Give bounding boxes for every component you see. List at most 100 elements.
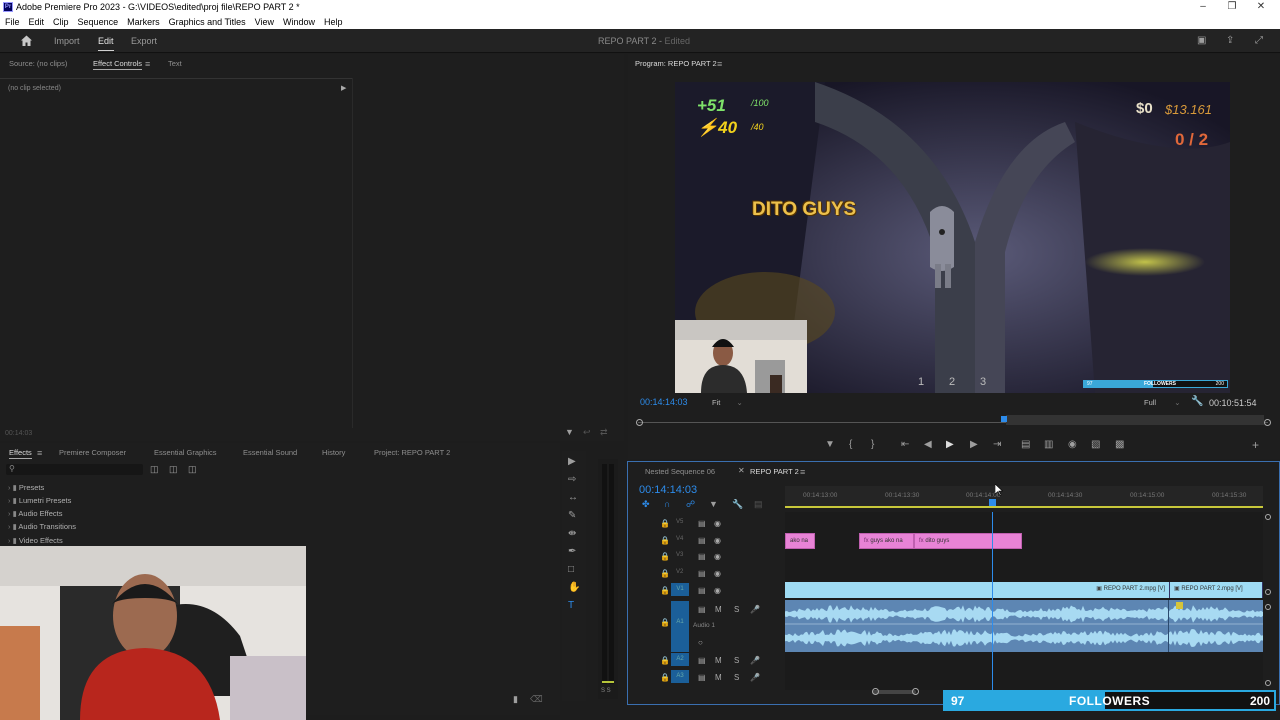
eye-icon[interactable]: ◉ — [714, 569, 721, 578]
mic-icon[interactable]: 🎤 — [750, 605, 760, 614]
mark-in-icon[interactable]: { — [849, 439, 852, 451]
zoom-handle-right[interactable] — [912, 688, 919, 695]
time-ruler[interactable]: 00:14:13:00 00:14:13:30 00:14:14:00 00:1… — [785, 486, 1263, 508]
folder-presets[interactable]: › ▮ Presets — [8, 483, 44, 492]
sync-lock-icon[interactable]: ▤ — [698, 656, 706, 665]
track-lock-icon[interactable]: 🔒 — [660, 569, 670, 578]
mute-button[interactable]: M — [715, 673, 722, 682]
wrench-icon[interactable]: 🔧 — [1191, 396, 1203, 408]
eye-icon[interactable]: ◉ — [714, 519, 721, 528]
quality-dropdown[interactable]: Full ⌄ — [1144, 398, 1180, 407]
hand-tool-icon[interactable]: ✋ — [568, 582, 580, 594]
tab-history[interactable]: History — [322, 448, 345, 457]
home-icon[interactable] — [20, 34, 33, 47]
track-label-v4[interactable]: V4 — [676, 536, 683, 542]
ripple-edit-tool-icon[interactable]: ↔ — [568, 492, 578, 504]
sync-lock-icon[interactable]: ▤ — [698, 552, 706, 561]
tab-nested-sequence[interactable]: Nested Sequence 06 — [645, 467, 715, 476]
menu-view[interactable]: View — [255, 17, 274, 27]
selection-tool-icon[interactable]: ▶ — [568, 456, 576, 468]
comparison-view-icon[interactable]: ▧ — [1091, 439, 1100, 451]
track-lock-icon[interactable]: 🔒 — [660, 673, 670, 682]
program-menu-icon[interactable]: ≡ — [717, 58, 722, 70]
snap-icon[interactable]: ∩ — [664, 498, 670, 510]
clip-guys-ako-na[interactable]: fx guys ako na — [859, 533, 914, 549]
folder-video-effects[interactable]: › ▮ Video Effects — [8, 536, 63, 545]
track-label-v2[interactable]: V2 — [676, 569, 683, 575]
eye-icon[interactable]: ◉ — [714, 586, 721, 595]
tab-text[interactable]: Text — [168, 59, 182, 68]
track-lock-icon[interactable]: 🔒 — [660, 656, 670, 665]
insert-nest-icon[interactable]: ✤ — [642, 498, 650, 510]
menu-sequence[interactable]: Sequence — [78, 17, 119, 27]
scroll-knob-video[interactable] — [1265, 514, 1271, 520]
tab-source[interactable]: Source: (no clips) — [9, 59, 67, 68]
sync-lock-icon[interactable]: ▤ — [698, 536, 706, 545]
menu-clip[interactable]: Clip — [53, 17, 69, 27]
scroll-knob-divider[interactable] — [1265, 589, 1271, 595]
clip-audio-a1[interactable] — [785, 600, 1263, 652]
track-label-v3[interactable]: V3 — [676, 552, 683, 558]
track-lock-icon[interactable]: 🔒 — [660, 552, 670, 561]
timeline-menu-icon[interactable]: ≡ — [800, 466, 805, 478]
track-lock-icon[interactable]: 🔒 — [660, 618, 670, 627]
tab-essential-graphics[interactable]: Essential Graphics — [154, 448, 217, 457]
workspace-import[interactable]: Import — [54, 36, 80, 46]
step-forward-icon[interactable]: ▶ — [970, 439, 978, 451]
close-tab-icon[interactable]: ✕ — [738, 466, 745, 475]
eye-icon[interactable]: ◉ — [714, 552, 721, 561]
yuv-effects-icon[interactable]: ◫ — [188, 463, 197, 475]
type-tool-icon[interactable]: T — [568, 600, 574, 612]
clip-ako-na[interactable]: ako na — [785, 533, 815, 549]
track-lock-icon[interactable]: 🔒 — [660, 519, 670, 528]
track-lock-icon[interactable]: 🔒 — [660, 586, 670, 595]
rectangle-tool-icon[interactable]: □ — [568, 564, 574, 576]
folder-audio-effects[interactable]: › ▮ Audio Effects — [8, 509, 62, 518]
track-label-a3[interactable]: A3 — [671, 670, 689, 683]
sync-lock-icon[interactable]: ▤ — [698, 586, 706, 595]
effects-search-input[interactable]: ⚲ — [6, 464, 143, 475]
slip-tool-icon[interactable]: ⇼ — [568, 528, 576, 540]
mute-button[interactable]: M — [715, 605, 722, 614]
add-marker-icon[interactable]: ▼ — [825, 439, 835, 451]
menu-window[interactable]: Window — [283, 17, 315, 27]
add-marker-timeline-icon[interactable]: ▼ — [709, 498, 718, 510]
new-bin-icon[interactable]: ▮ — [513, 693, 518, 705]
track-label-v5[interactable]: V5 — [676, 519, 683, 525]
play-only-audio-icon[interactable]: ▶ — [341, 84, 346, 92]
solo-button[interactable]: S — [734, 656, 739, 665]
menu-markers[interactable]: Markers — [127, 17, 160, 27]
pen-tool-icon[interactable]: ✒ — [568, 546, 576, 558]
menu-file[interactable]: File — [5, 17, 20, 27]
fullscreen-icon[interactable]: ⤢ — [1255, 35, 1263, 47]
menu-help[interactable]: Help — [324, 17, 343, 27]
folder-lumetri-presets[interactable]: › ▮ Lumetri Presets — [8, 496, 71, 505]
close-icon[interactable]: ✕ — [1251, 1, 1271, 12]
timeline-timecode[interactable]: 00:14:14:03 — [639, 484, 697, 496]
timeline-settings-icon[interactable]: 🔧 — [732, 498, 743, 510]
menu-graphics-titles[interactable]: Graphics and Titles — [169, 17, 246, 27]
linked-selection-icon[interactable]: ☍ — [686, 498, 695, 510]
menu-edit[interactable]: Edit — [29, 17, 45, 27]
mic-icon[interactable]: 🎤 — [750, 656, 760, 665]
minimize-icon[interactable]: – — [1193, 1, 1213, 12]
tab-repo-part-2[interactable]: REPO PART 2 — [750, 467, 799, 476]
clip-dito-guys[interactable]: fx dito guys — [914, 533, 1022, 549]
captions-icon[interactable]: ▤ — [754, 498, 763, 510]
play-icon[interactable]: ▶ — [946, 439, 954, 451]
track-select-tool-icon[interactable]: ⇨ — [568, 474, 576, 486]
panel-menu-icon[interactable]: ≡ — [145, 58, 150, 70]
clip-video-v1-2[interactable]: ▣ REPO PART 2.mpg [V] — [1170, 582, 1263, 598]
camera-icon[interactable]: ◉ — [1068, 439, 1077, 451]
go-to-in-icon[interactable]: ⇤ — [901, 439, 909, 451]
a1-source-patch[interactable]: A1 — [671, 601, 689, 652]
sync-lock-icon[interactable]: ▤ — [698, 519, 706, 528]
program-video-frame[interactable]: +51 /100 ⚡40 /40 $0 $13.161 0 / 2 DITO G… — [675, 82, 1230, 393]
track-label-a2[interactable]: A2 — [671, 653, 689, 666]
button-editor-icon[interactable]: + — [1252, 439, 1259, 451]
mute-button[interactable]: M — [715, 656, 722, 665]
timeline-playhead-handle[interactable] — [989, 499, 996, 506]
sync-lock-icon[interactable]: ▤ — [698, 569, 706, 578]
scroll-knob-bottom[interactable] — [1265, 680, 1271, 686]
tab-essential-sound[interactable]: Essential Sound — [243, 448, 297, 457]
